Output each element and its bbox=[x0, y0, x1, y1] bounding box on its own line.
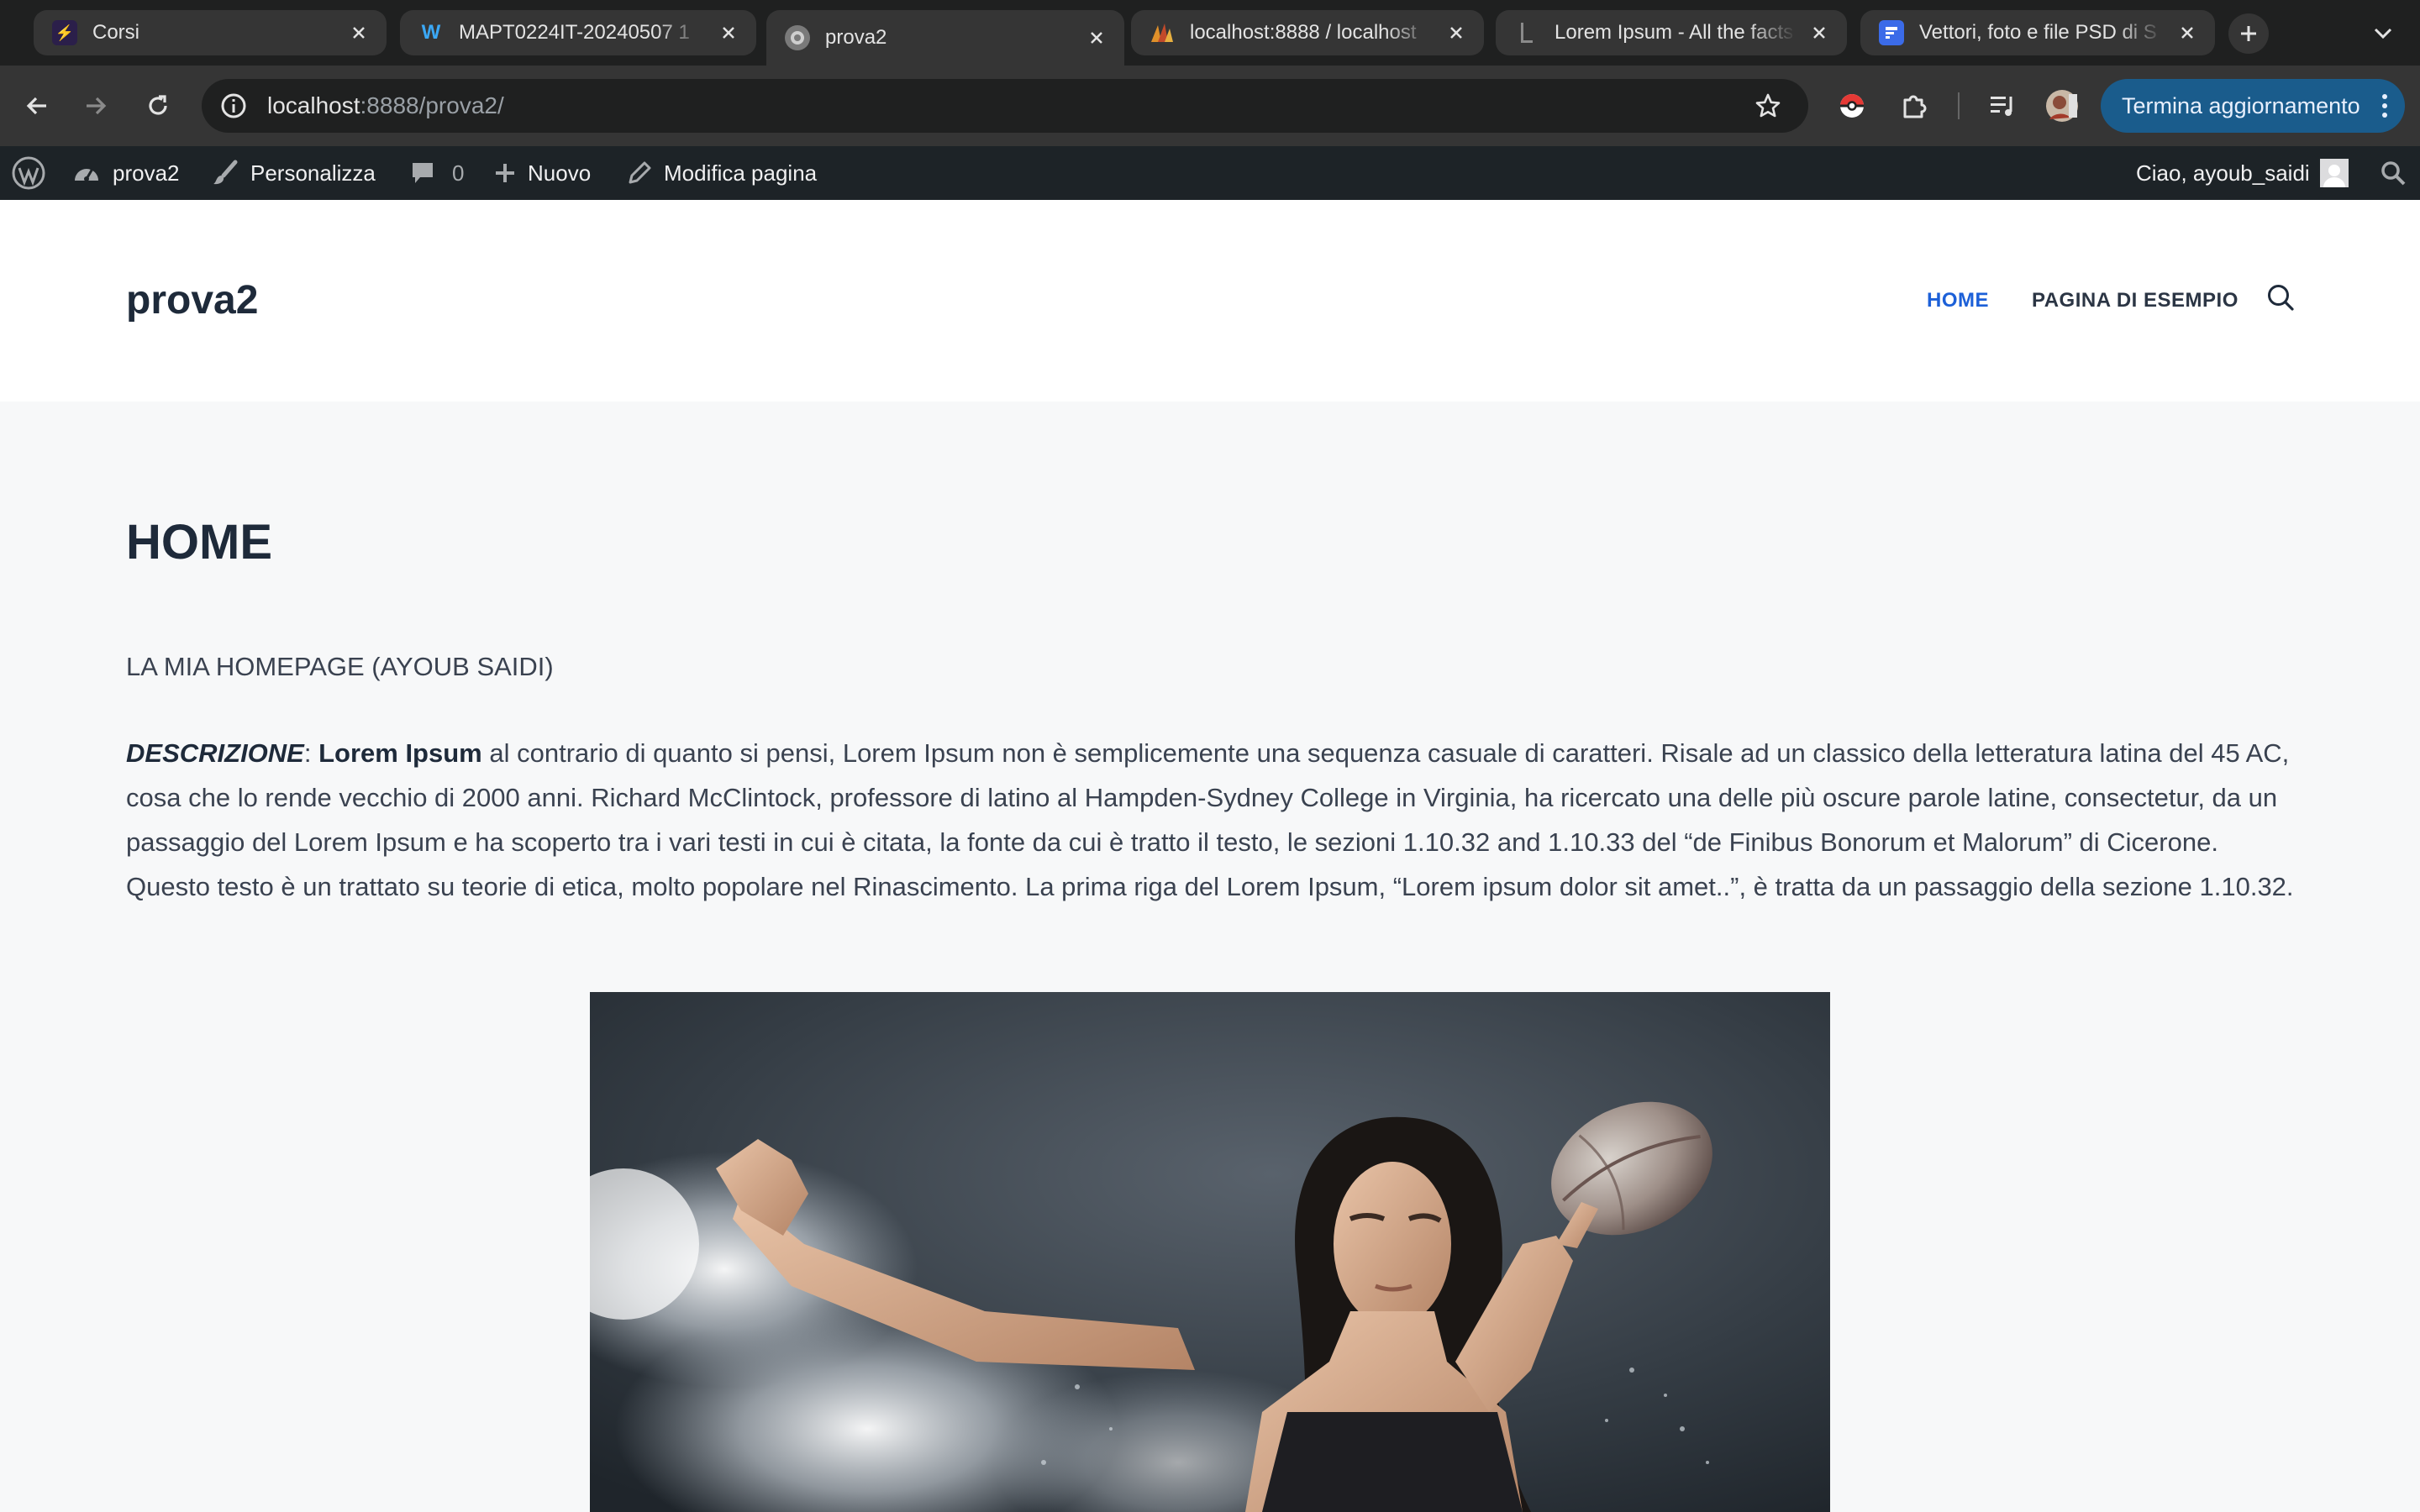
nav-item-sample-page[interactable]: PAGINA DI ESEMPIO bbox=[2032, 289, 2238, 312]
update-button-label: Termina aggiornamento bbox=[2122, 92, 2360, 118]
plus-icon bbox=[2241, 26, 2256, 41]
browser-tab-active[interactable]: prova2 bbox=[766, 10, 1124, 66]
description-bold: Lorem Ipsum bbox=[318, 738, 482, 768]
pencil-icon bbox=[627, 160, 652, 186]
site-info-icon[interactable] bbox=[207, 79, 260, 133]
reload-icon bbox=[149, 95, 167, 115]
address-bar[interactable]: localhost:8888/prova2/ bbox=[202, 79, 1808, 133]
browser-toolbar: localhost:8888/prova2/ Termina aggiornam… bbox=[0, 66, 2420, 146]
comment-bubble-icon bbox=[410, 160, 435, 186]
rugby-player-illustration bbox=[590, 992, 1830, 1512]
media-controls-icon[interactable] bbox=[1983, 86, 2023, 126]
admin-edit-page-label: Modifica pagina bbox=[664, 160, 818, 186]
tab-label: localhost:8888 / localhost bbox=[1190, 21, 1417, 44]
tab-favicon-icon bbox=[1150, 20, 1175, 45]
browser-tabstrip: ⚡ Corsi W MAPT0224IT-20240507 1 prova2 l… bbox=[0, 0, 2420, 66]
page-description: DESCRIZIONE: Lorem Ipsum al contrario di… bbox=[126, 731, 2294, 909]
close-icon[interactable] bbox=[1444, 20, 1469, 45]
toolbar-divider bbox=[1958, 92, 1960, 119]
description-colon: : bbox=[303, 738, 319, 768]
browser-tab[interactable]: Vettori, foto e file PSD di S bbox=[1860, 10, 2215, 55]
browser-tab[interactable]: ⚡ Corsi bbox=[34, 10, 387, 55]
paintbrush-icon bbox=[212, 160, 239, 186]
browser-tab[interactable]: Lorem Ipsum - All the facts bbox=[1496, 10, 1847, 55]
nav-item-home[interactable]: HOME bbox=[1927, 289, 1989, 312]
bookmark-star-icon[interactable] bbox=[1751, 89, 1785, 123]
admin-edit-page-link[interactable]: Modifica pagina bbox=[627, 146, 817, 200]
wordpress-logo-button[interactable] bbox=[12, 146, 45, 200]
search-icon bbox=[2381, 161, 2406, 186]
extensions-puzzle-icon[interactable] bbox=[1894, 86, 1934, 126]
forward-button[interactable] bbox=[76, 86, 116, 126]
close-icon[interactable] bbox=[716, 20, 741, 45]
browser-tab[interactable]: W MAPT0224IT-20240507 1 bbox=[400, 10, 756, 55]
admin-greeting: Ciao, ayoub_saidi bbox=[2136, 160, 2310, 186]
admin-customize-link[interactable]: Personalizza bbox=[212, 146, 376, 200]
tab-favicon-icon bbox=[785, 25, 810, 50]
dashboard-gauge-icon bbox=[72, 160, 101, 186]
close-icon[interactable] bbox=[1084, 25, 1109, 50]
search-icon bbox=[2268, 285, 2294, 311]
tab-label: Corsi bbox=[92, 21, 140, 44]
back-button[interactable] bbox=[17, 86, 57, 126]
close-icon[interactable] bbox=[2175, 20, 2200, 45]
site-header: prova2 HOME PAGINA DI ESEMPIO bbox=[0, 200, 2420, 402]
tab-label: Lorem Ipsum - All the facts bbox=[1555, 21, 1794, 44]
admin-new-link[interactable]: Nuovo bbox=[494, 146, 591, 200]
close-icon[interactable] bbox=[346, 20, 371, 45]
admin-new-label: Nuovo bbox=[528, 160, 592, 186]
chevron-down-icon bbox=[2374, 28, 2392, 39]
wp-admin-bar: prova2 Personalizza 0 Nuovo Modifica pag… bbox=[0, 146, 2420, 200]
admin-site-link[interactable]: prova2 bbox=[72, 146, 180, 200]
profile-avatar-icon[interactable] bbox=[2042, 86, 2082, 126]
description-label: DESCRIZIONE bbox=[126, 738, 304, 768]
tab-favicon-icon: W bbox=[421, 21, 441, 44]
admin-account-menu[interactable]: Ciao, ayoub_saidi bbox=[2136, 146, 2349, 200]
header-search-button[interactable] bbox=[2264, 281, 2297, 314]
arrow-left-icon bbox=[26, 97, 46, 115]
tab-label: MAPT0224IT-20240507 1 bbox=[459, 21, 690, 44]
plus-icon bbox=[494, 162, 516, 184]
tab-favicon-icon bbox=[1879, 20, 1904, 45]
reload-button[interactable] bbox=[138, 86, 178, 126]
page-subtitle: LA MIA HOMEPAGE (AYOUB SAIDI) bbox=[126, 652, 554, 681]
arrow-right-icon bbox=[87, 97, 107, 115]
admin-customize-label: Personalizza bbox=[250, 160, 376, 186]
wordpress-icon bbox=[12, 156, 45, 190]
url-text: localhost:8888/prova2/ bbox=[267, 92, 504, 119]
update-browser-button[interactable]: Termina aggiornamento bbox=[2101, 79, 2405, 133]
featured-image-rugby-player bbox=[590, 992, 1830, 1512]
admin-comments-count: 0 bbox=[452, 160, 465, 186]
new-tab-button[interactable] bbox=[2228, 13, 2269, 54]
url-host: localhost bbox=[267, 92, 360, 118]
close-icon[interactable] bbox=[1807, 20, 1832, 45]
tab-favicon-icon: ⚡ bbox=[52, 20, 77, 45]
tab-search-button[interactable] bbox=[2368, 18, 2398, 49]
page-title: HOME bbox=[126, 515, 272, 570]
browser-tab[interactable]: localhost:8888 / localhost bbox=[1131, 10, 1484, 55]
admin-search-button[interactable] bbox=[2380, 146, 2407, 200]
more-vertical-icon[interactable] bbox=[2381, 92, 2388, 125]
avatar bbox=[2319, 159, 2349, 187]
admin-comments-link[interactable]: 0 bbox=[410, 146, 464, 200]
tab-favicon-icon bbox=[1514, 20, 1539, 45]
url-path: :8888/prova2/ bbox=[360, 92, 504, 118]
admin-site-label: prova2 bbox=[113, 160, 180, 186]
tab-label: prova2 bbox=[825, 26, 887, 49]
site-title[interactable]: prova2 bbox=[126, 277, 258, 323]
tab-label: Vettori, foto e file PSD di S bbox=[1919, 21, 2157, 44]
pokeball-extension-icon[interactable] bbox=[1832, 86, 1872, 126]
